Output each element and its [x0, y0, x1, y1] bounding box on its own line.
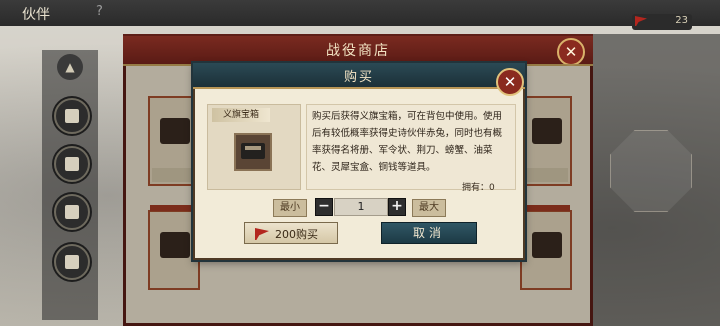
shop-close-icon[interactable]: ✕	[557, 38, 585, 66]
page-title: 伙伴	[22, 7, 50, 23]
owned-count: 拥有：0	[462, 180, 495, 193]
help-icon[interactable]: ?	[96, 4, 103, 19]
currency-counter: 23	[632, 14, 692, 30]
scroll-up-icon[interactable]: ▲	[57, 54, 83, 80]
max-quantity-button[interactable]: 最大	[412, 199, 446, 217]
owned-label: 拥有：	[462, 183, 490, 193]
banner-currency-icon	[635, 16, 647, 26]
currency-count: 23	[675, 15, 688, 26]
increase-quantity-button[interactable]: +	[388, 198, 406, 216]
min-quantity-button[interactable]: 最小	[273, 199, 307, 217]
purchase-dialog-title: 购买	[343, 70, 374, 85]
buy-button[interactable]: 200购买	[244, 222, 338, 244]
quantity-input[interactable]: 1	[334, 198, 388, 216]
dialog-close-icon[interactable]: ✕	[496, 68, 524, 96]
owned-value: 0	[489, 183, 495, 193]
cancel-button[interactable]: 取消	[381, 222, 477, 244]
shop-title: 战役商店	[326, 43, 390, 59]
buy-button-label: 200购买	[275, 228, 318, 241]
partner-slot-3[interactable]	[54, 194, 90, 230]
partner-slot-4[interactable]	[54, 244, 90, 280]
top-bar: 伙伴 ?	[0, 0, 720, 26]
decrease-quantity-button[interactable]: −	[315, 198, 333, 216]
shop-header: 战役商店	[123, 36, 593, 66]
banner-currency-icon	[255, 228, 269, 240]
partner-slot-1[interactable]	[54, 98, 90, 134]
purchase-dialog-header: 购买	[193, 63, 525, 89]
treasure-chest-icon	[234, 133, 272, 171]
item-description: 购买后获得义旗宝箱，可在背包中使用。使用后有较低概率获得史诗伙伴赤兔，同时也有概…	[312, 111, 503, 173]
item-name: 义旗宝箱	[212, 108, 270, 122]
partner-slot-2[interactable]	[54, 146, 90, 182]
